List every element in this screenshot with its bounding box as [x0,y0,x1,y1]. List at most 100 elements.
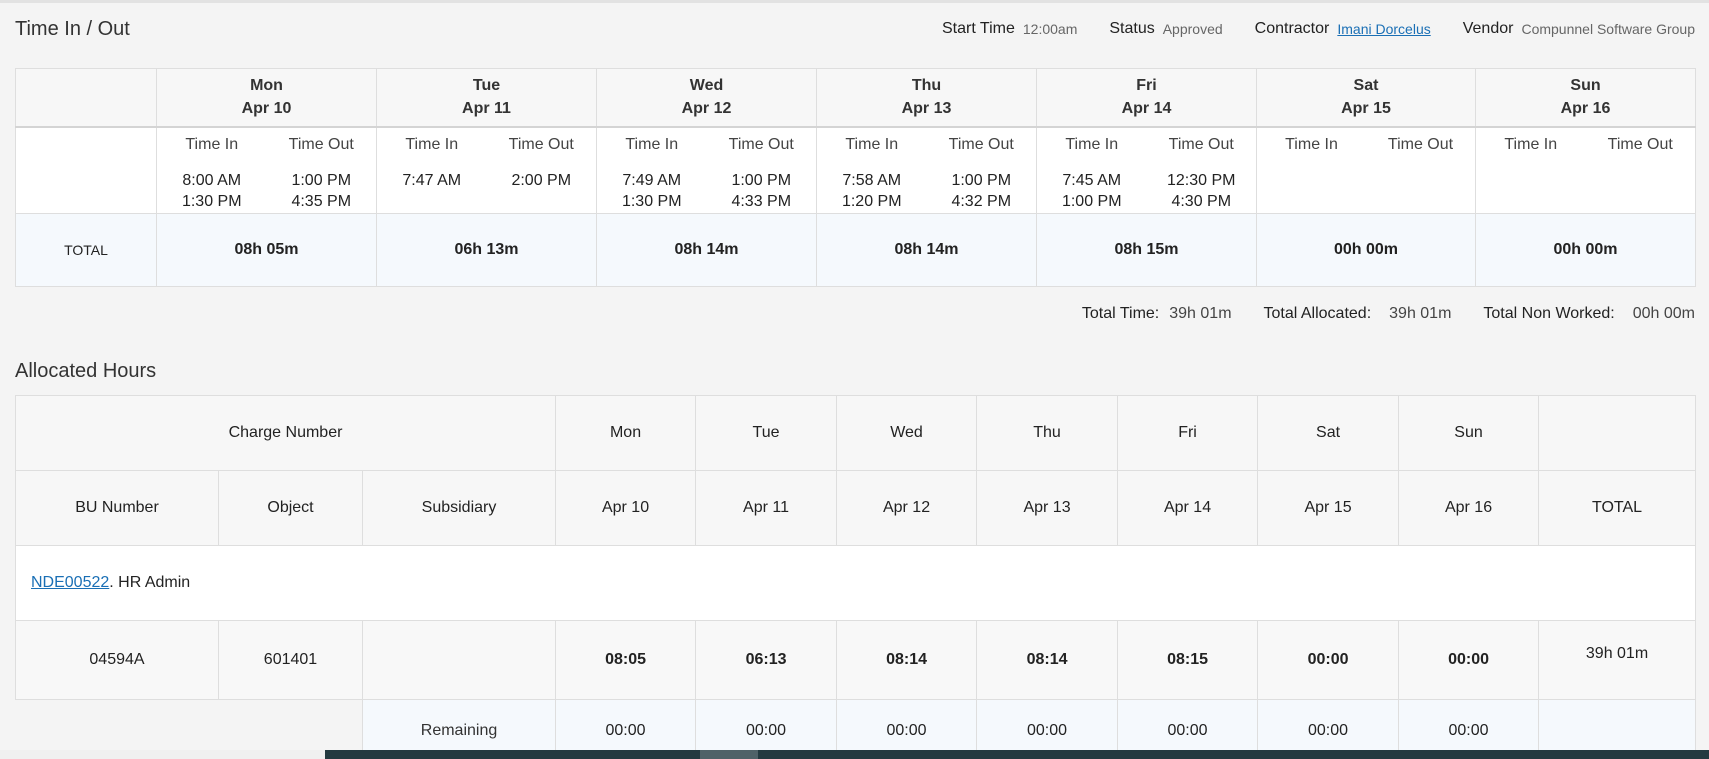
total-row-label: TOTAL [15,213,157,287]
day-date: Apr 11 [462,100,511,118]
vendor-value: Compunnel Software Group [1521,21,1695,37]
start-time-label: Start Time [941,20,1015,37]
time-out-label: Time Out [1607,135,1673,153]
total-non-worked-label: Total Non Worked: [1483,305,1615,322]
day-date: Apr 14 [1121,100,1172,118]
alloc-day-date: Apr 11 [695,470,838,546]
object-header: Object [218,470,363,546]
start-time-value: 12:00am [1022,21,1078,37]
bu-number-header: BU Number [15,470,219,546]
allocated-hours-table: Charge Number Mon Tue Wed Thu Fri Sat Su… [14,395,1697,759]
corner-cell [15,68,157,128]
time-in-label: Time In [1285,135,1338,153]
daily-total: 06h 13m [376,213,597,287]
subsidiary-cell [361,620,557,700]
contractor-link[interactable]: Imani Dorcelus [1337,21,1430,37]
time-out-label: Time Out [948,135,1014,153]
allocation-total-cell: 39h 01m [1538,620,1697,700]
day-header: Wed Apr 12 [596,68,817,128]
allocated-hours-cell[interactable]: 00:00 [1398,620,1540,700]
day-name: Sat [1353,77,1379,95]
time-in-value: 1:00 PM [1061,192,1122,210]
alloc-day-name: Wed [836,395,978,471]
time-entries-row: Time In 8:00 AM 1:30 PM Time Out 1:00 PM 4:3… [15,126,1696,214]
time-in-value: 1:30 PM [621,192,682,210]
alloc-day-name: Tue [695,395,838,471]
alloc-day-date: Apr 12 [836,470,978,546]
day-date: Apr 13 [901,100,952,118]
day-header: Sun Apr 16 [1475,68,1696,128]
time-in-value: 8:00 AM [182,171,242,189]
time-in-label: Time In [1065,135,1119,153]
top-divider [0,0,1709,3]
status-label: Status [1109,20,1155,37]
daily-total: 00h 00m [1475,213,1696,287]
time-in-label: Time In [405,135,459,153]
total-time-label: Total Time: [1081,305,1160,322]
object-cell: 601401 [218,620,363,700]
day-date: Apr 15 [1341,100,1391,118]
allocated-hours-cell[interactable]: 08:14 [976,620,1119,700]
timesheet-meta: Start Time 12:00am Status Approved Contr… [910,20,1695,38]
total-allocated-value: 39h 01m [1389,305,1452,322]
charge-number-link[interactable]: NDE00522 [31,574,109,591]
day-times-cell: Time In Time Out [1256,126,1476,214]
allocated-hours-cell[interactable]: 08:05 [555,620,697,700]
allocated-hours-cell[interactable]: 06:13 [695,620,838,700]
status-value: Approved [1162,21,1223,37]
time-out-value: 4:35 PM [291,192,352,210]
day-name: Tue [472,77,501,95]
alloc-day-name: Thu [976,395,1119,471]
daily-total: 08h 15m [1036,213,1257,287]
time-out-label: Time Out [728,135,794,153]
alloc-day-date: Apr 15 [1257,470,1400,546]
allocated-hours-cell[interactable]: 08:15 [1117,620,1259,700]
time-out-value: 1:00 PM [951,171,1012,189]
day-date: Apr 12 [681,100,732,118]
time-in-label: Time In [625,135,679,153]
allocated-hours-cell[interactable]: 00:00 [1257,620,1400,700]
time-in-label: Time In [1504,135,1558,153]
daily-total: 08h 05m [156,213,377,287]
time-out-value: 2:00 PM [511,171,572,189]
time-out-value: 4:30 PM [1171,192,1232,210]
allocated-hours-cell[interactable]: 08:14 [836,620,978,700]
day-header: Mon Apr 10 [156,68,377,128]
alloc-day-header-row: Charge Number Mon Tue Wed Thu Fri Sat Su… [14,395,1697,471]
horizontal-scrollbar-track[interactable] [0,750,325,759]
day-header: Fri Apr 14 [1036,68,1257,128]
daily-total: 00h 00m [1256,213,1476,287]
alloc-day-date: Apr 16 [1398,470,1540,546]
day-header: Thu Apr 13 [816,68,1037,128]
time-in-value: 7:49 AM [622,171,682,189]
time-in-value: 7:58 AM [842,171,902,189]
day-header-row: Mon Apr 10 Tue Apr 11 Wed Apr 12 Thu Apr 13 … [15,68,1696,128]
time-out-label: Time Out [1168,135,1234,153]
day-times-cell: Time In 7:49 AM 1:30 PM Time Out 1:00 PM 4:3… [596,126,817,214]
time-out-value: 1:00 PM [291,171,352,189]
alloc-day-name: Sun [1398,395,1540,471]
time-in-value: 7:45 AM [1062,171,1122,189]
day-name: Fri [1136,77,1157,95]
alloc-day-date: Apr 14 [1117,470,1259,546]
alloc-day-name: Sat [1257,395,1400,471]
day-date: Apr 10 [241,100,292,118]
time-section-header: Time In / Out Start Time 12:00am Status … [15,16,1695,42]
day-name: Mon [250,77,283,95]
time-in-value: 1:30 PM [181,192,242,210]
bu-number-cell: 04594A [15,620,219,700]
alloc-day-date: Apr 13 [976,470,1119,546]
alloc-total-header: TOTAL [1538,470,1697,546]
total-allocated-label: Total Allocated: [1263,305,1372,322]
alloc-header-blank [1538,395,1697,471]
subsidiary-header: Subsidiary [361,470,557,546]
row-label-cell [15,126,157,214]
day-times-cell: Time In 7:45 AM 1:00 PM Time Out 12:30 PM 4:… [1036,126,1257,214]
time-in-value: 7:47 AM [402,171,462,189]
horizontal-scrollbar[interactable] [325,750,1709,759]
time-in-out-table: Mon Apr 10 Tue Apr 11 Wed Apr 12 Thu Apr 13 … [15,68,1696,287]
horizontal-scrollbar-thumb[interactable] [700,750,758,759]
total-time-value: 39h 01m [1169,305,1232,322]
charge-group-row: NDE00522. HR Admin [14,545,1697,621]
alloc-day-name: Mon [555,395,697,471]
